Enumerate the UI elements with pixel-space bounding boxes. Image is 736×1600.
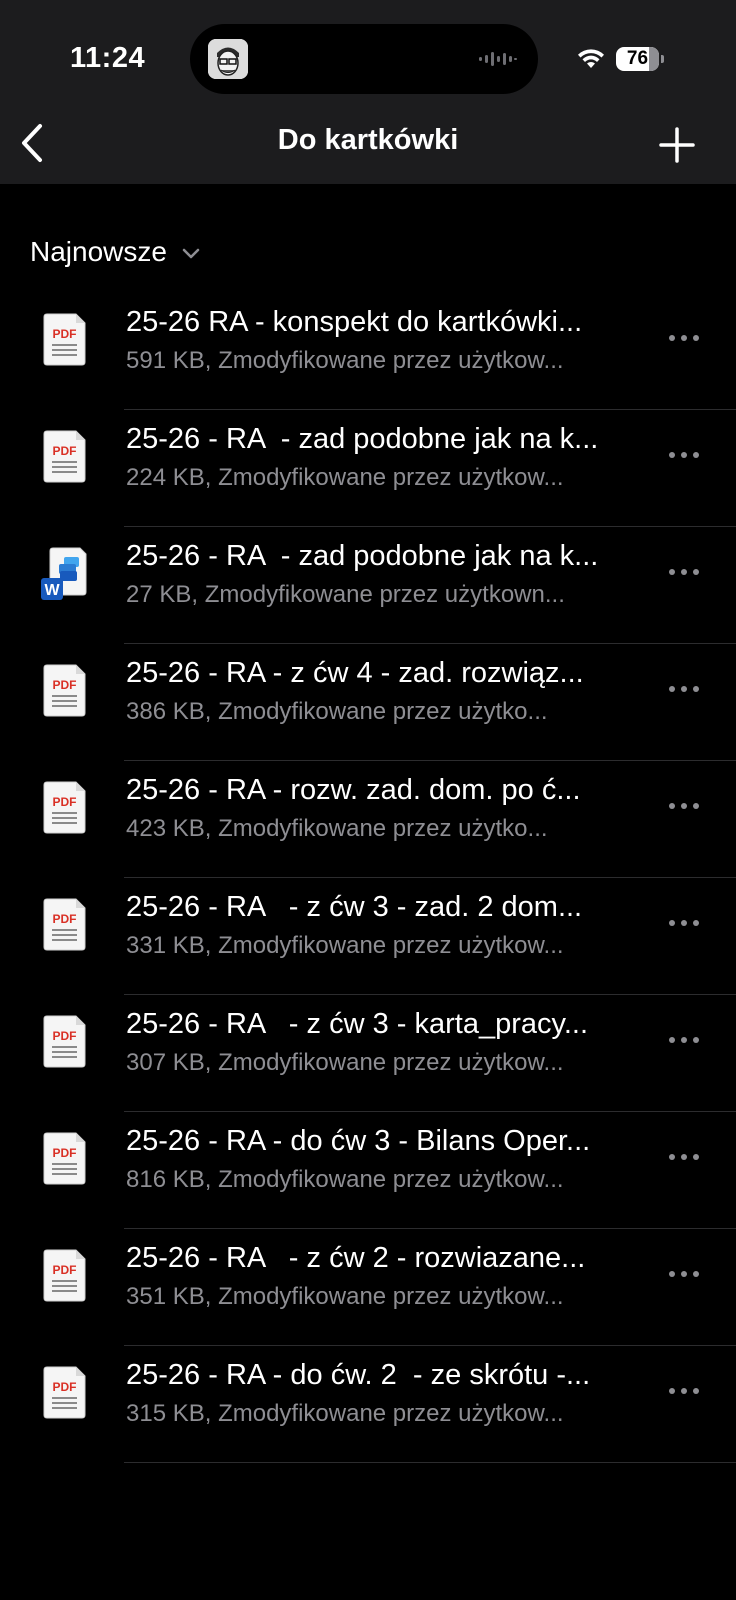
file-meta: 591 KB, Zmodyfikowane przez użytkow... — [126, 347, 564, 374]
file-name: 25-26 RA - konspekt do kartkówki... — [126, 306, 583, 338]
avatar — [208, 39, 248, 79]
ellipsis-icon — [669, 686, 699, 692]
svg-text:W: W — [44, 582, 60, 599]
svg-text:PDF: PDF — [53, 1263, 77, 1277]
svg-text:PDF: PDF — [53, 1380, 77, 1394]
ellipsis-icon — [669, 1037, 699, 1043]
more-options-button[interactable] — [664, 1142, 704, 1172]
file-meta: 351 KB, Zmodyfikowane przez użytkow... — [126, 1283, 564, 1310]
back-button[interactable] — [12, 118, 56, 168]
pdf-file-icon: PDF — [38, 896, 92, 952]
file-row[interactable]: PDF 25-26 - RA - z ćw 2 - rozwiazane... 35… — [0, 1229, 736, 1346]
file-name: 25-26 - RA - z ćw 3 - zad. 2 dom... — [126, 891, 583, 923]
file-row[interactable]: PDF 25-26 RA - konspekt do kartkówki... 59… — [0, 293, 736, 410]
file-name: 25-26 - RA - do ćw 3 - Bilans Oper... — [126, 1125, 591, 1157]
file-row[interactable]: PDF 25-26 - RA - z ćw 3 - karta_pracy... 3… — [0, 995, 736, 1112]
svg-text:PDF: PDF — [53, 678, 77, 692]
ellipsis-icon — [669, 1154, 699, 1160]
file-meta: 224 KB, Zmodyfikowane przez użytkow... — [126, 464, 564, 491]
ellipsis-icon — [669, 335, 699, 341]
file-name: 25-26 - RA - zad podobne jak na k... — [126, 423, 599, 455]
chevron-left-icon — [22, 124, 42, 162]
status-time: 11:24 — [70, 42, 146, 74]
pdf-file-icon: PDF — [38, 1013, 92, 1069]
file-meta: 423 KB, Zmodyfikowane przez użytko... — [126, 815, 548, 842]
file-name: 25-26 - RA - zad podobne jak na k... — [126, 540, 599, 572]
ellipsis-icon — [669, 1388, 699, 1394]
file-row[interactable]: PDF 25-26 - RA - do ćw. 2 - ze skrótu -..… — [0, 1346, 736, 1463]
battery-indicator: 76 — [616, 47, 664, 71]
svg-text:PDF: PDF — [53, 795, 77, 809]
file-row[interactable]: PDF 25-26 - RA - rozw. zad. dom. po ć... 4… — [0, 761, 736, 878]
row-divider — [124, 1462, 736, 1463]
file-name: 25-26 - RA - rozw. zad. dom. po ć... — [126, 774, 581, 806]
pdf-file-icon: PDF — [38, 1247, 92, 1303]
more-options-button[interactable] — [664, 1259, 704, 1289]
pdf-file-icon: PDF — [38, 311, 92, 367]
file-name: 25-26 - RA - z ćw 4 - zad. rozwiąz... — [126, 657, 584, 689]
more-options-button[interactable] — [664, 1025, 704, 1055]
pdf-file-icon: PDF — [38, 779, 92, 835]
file-meta: 331 KB, Zmodyfikowane przez użytkow... — [126, 932, 564, 959]
svg-text:PDF: PDF — [53, 1146, 77, 1160]
svg-text:PDF: PDF — [53, 1029, 77, 1043]
wifi-icon — [576, 46, 606, 70]
svg-text:PDF: PDF — [53, 327, 77, 341]
svg-text:PDF: PDF — [53, 912, 77, 926]
file-name: 25-26 - RA - z ćw 3 - karta_pracy... — [126, 1008, 589, 1040]
file-meta: 307 KB, Zmodyfikowane przez użytkow... — [126, 1049, 564, 1076]
file-name: 25-26 - RA - do ćw. 2 - ze skrótu -... — [126, 1359, 591, 1391]
file-row[interactable]: PDF 25-26 - RA - z ćw 4 - zad. rozwiąz...… — [0, 644, 736, 761]
file-row[interactable]: PDF 25-26 - RA - zad podobne jak na k... 2… — [0, 410, 736, 527]
file-meta: 27 KB, Zmodyfikowane przez użytkown... — [126, 581, 565, 608]
word-file-icon: W — [38, 545, 92, 601]
file-meta: 386 KB, Zmodyfikowane przez użytko... — [126, 698, 548, 725]
file-list: PDF 25-26 RA - konspekt do kartkówki... 59… — [0, 293, 736, 1463]
more-options-button[interactable] — [664, 908, 704, 938]
file-name: 25-26 - RA - z ćw 2 - rozwiazane... — [126, 1242, 586, 1274]
file-meta: 816 KB, Zmodyfikowane przez użytkow... — [126, 1166, 564, 1193]
ellipsis-icon — [669, 452, 699, 458]
svg-text:PDF: PDF — [53, 444, 77, 458]
more-options-button[interactable] — [664, 323, 704, 353]
pdf-file-icon: PDF — [38, 1130, 92, 1186]
file-meta: 315 KB, Zmodyfikowane przez użytkow... — [126, 1400, 564, 1427]
more-options-button[interactable] — [664, 440, 704, 470]
ellipsis-icon — [669, 803, 699, 809]
more-options-button[interactable] — [664, 674, 704, 704]
ellipsis-icon — [669, 569, 699, 575]
battery-percentage: 76 — [626, 48, 649, 69]
pdf-file-icon: PDF — [38, 428, 92, 484]
more-options-button[interactable] — [664, 791, 704, 821]
more-options-button[interactable] — [664, 557, 704, 587]
top-bar: 11:24 76 Do kartkówki — [0, 0, 736, 184]
file-row[interactable]: PDF 25-26 - RA - z ćw 3 - zad. 2 dom... 33… — [0, 878, 736, 995]
dynamic-island[interactable] — [190, 24, 538, 94]
sort-label: Najnowsze — [30, 236, 167, 267]
more-options-button[interactable] — [664, 1376, 704, 1406]
chevron-down-icon — [182, 248, 200, 259]
page-title: Do kartkówki — [277, 124, 459, 156]
add-button[interactable] — [652, 120, 702, 170]
pdf-file-icon: PDF — [38, 662, 92, 718]
pdf-file-icon: PDF — [38, 1364, 92, 1420]
audio-wave-icon — [478, 50, 518, 68]
file-row[interactable]: W 25-26 - RA - zad podobne jak na k... 27 … — [0, 527, 736, 644]
file-row[interactable]: PDF 25-26 - RA - do ćw 3 - Bilans Oper...… — [0, 1112, 736, 1229]
sort-dropdown[interactable]: Najnowsze — [30, 232, 201, 272]
plus-icon — [659, 127, 695, 163]
ellipsis-icon — [669, 920, 699, 926]
ellipsis-icon — [669, 1271, 699, 1277]
